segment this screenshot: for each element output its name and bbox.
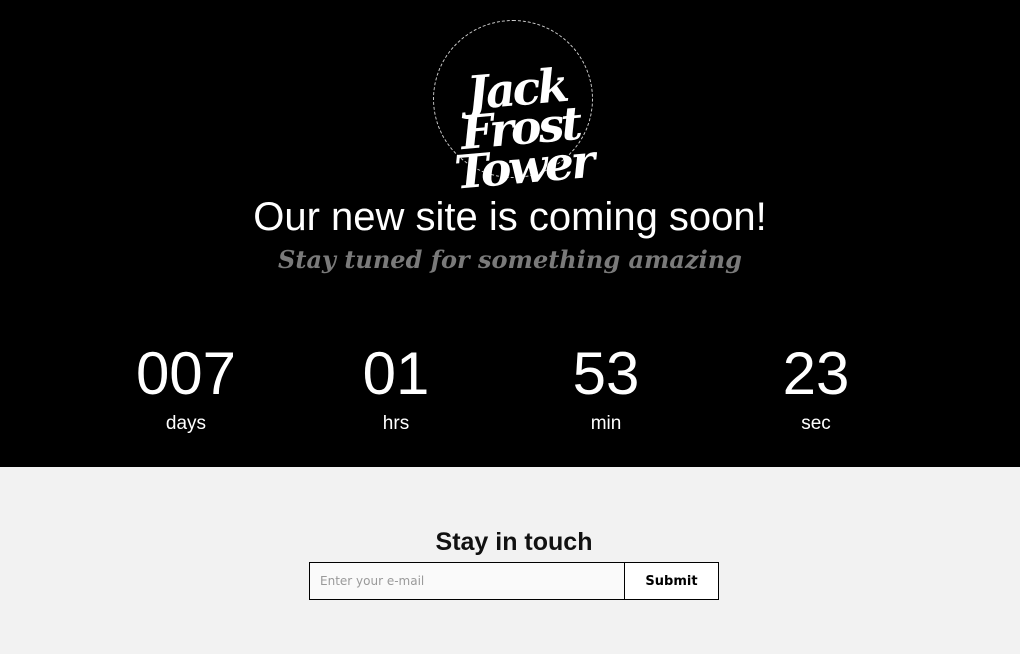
subscribe-section: Stay in touch Submit (0, 467, 1020, 654)
subscribe-form: Submit (309, 562, 719, 600)
countdown-label: sec (801, 413, 831, 434)
submit-button[interactable]: Submit (624, 562, 719, 600)
countdown-label: min (590, 413, 622, 434)
logo-line: Tower (452, 133, 595, 200)
countdown-label: days (165, 413, 207, 434)
countdown-minutes: 53 min (516, 340, 696, 436)
email-input[interactable] (309, 562, 624, 600)
countdown-seconds: 23 sec (726, 340, 906, 436)
countdown-value: 01 (362, 340, 430, 407)
site-logo: Jack Frost Tower (435, 58, 605, 200)
countdown-label: hrs (382, 413, 410, 434)
subscribe-title: Stay in touch (435, 528, 593, 556)
countdown-hours: 01 hrs (306, 340, 486, 436)
countdown-days: 007 days (96, 340, 276, 436)
page-tagline: Stay tuned for something amazing (278, 245, 742, 274)
countdown-value: 007 (135, 340, 237, 407)
countdown-value: 23 (782, 340, 850, 407)
countdown-timer: 007 days 01 hrs 53 min 23 sec (0, 340, 1020, 440)
hero-section: Jack Frost Tower Our new site is coming … (0, 0, 1020, 467)
countdown-value: 53 (572, 340, 640, 407)
page-headline: Our new site is coming soon! (253, 195, 767, 239)
